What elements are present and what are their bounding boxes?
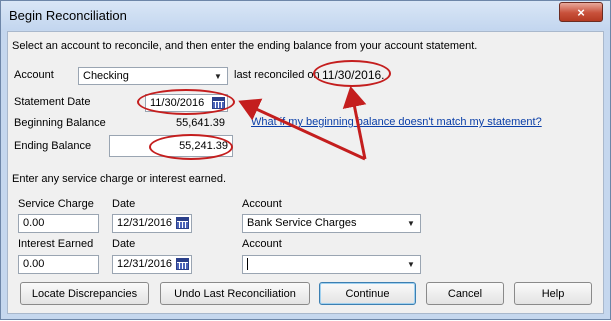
service-charge-label: Service Charge bbox=[18, 198, 94, 210]
interest-earned-account-dropdown[interactable]: ▼ bbox=[242, 255, 421, 274]
ending-balance-value: 55,241.39 bbox=[179, 140, 228, 152]
dialog-body: Select an account to reconcile, and then… bbox=[7, 31, 604, 314]
help-button[interactable]: Help bbox=[514, 282, 592, 305]
interest-earned-date-field[interactable]: 12/31/2016 bbox=[112, 255, 192, 274]
service-charge-value: 0.00 bbox=[23, 217, 45, 229]
interest-earned-value: 0.00 bbox=[23, 258, 45, 270]
calendar-icon[interactable] bbox=[212, 97, 225, 109]
help-label: Help bbox=[541, 287, 565, 300]
last-reconciled-label: last reconciled on bbox=[234, 69, 320, 81]
locate-discrepancies-button[interactable]: Locate Discrepancies bbox=[20, 282, 149, 305]
interest-earned-input[interactable]: 0.00 bbox=[18, 255, 99, 274]
window-title: Begin Reconciliation bbox=[9, 8, 127, 23]
instructions-text: Select an account to reconcile, and then… bbox=[12, 40, 478, 52]
beginning-balance-value: 55,641.39 bbox=[176, 117, 225, 129]
undo-last-reconciliation-label: Undo Last Reconciliation bbox=[174, 287, 296, 300]
chevron-down-icon: ▼ bbox=[407, 260, 415, 269]
statement-date-field[interactable]: 11/30/2016 bbox=[145, 94, 228, 112]
ending-balance-input[interactable]: 55,241.39 bbox=[109, 135, 233, 157]
service-charge-date-field[interactable]: 12/31/2016 bbox=[112, 214, 192, 233]
service-charge-account-value: Bank Service Charges bbox=[247, 217, 357, 229]
cancel-label: Cancel bbox=[447, 287, 483, 300]
service-charge-date-value: 12/31/2016 bbox=[117, 217, 173, 229]
service-charge-account-dropdown[interactable]: Bank Service Charges ▼ bbox=[242, 214, 421, 233]
locate-discrepancies-label: Locate Discrepancies bbox=[31, 287, 138, 300]
beginning-balance-help-link[interactable]: What if my beginning balance doesn't mat… bbox=[251, 116, 542, 128]
text-cursor bbox=[247, 258, 248, 271]
service-charge-date-label: Date bbox=[112, 198, 136, 210]
last-reconciled-date: 11/30/2016. bbox=[322, 68, 385, 82]
service-charge-account-label: Account bbox=[242, 198, 282, 210]
close-icon: × bbox=[577, 4, 585, 20]
interest-earned-label: Interest Earned bbox=[18, 238, 94, 250]
account-dropdown[interactable]: Checking ▼ bbox=[78, 67, 228, 85]
begin-reconciliation-window: Begin Reconciliation × Select an account… bbox=[0, 0, 611, 320]
statement-date-value: 11/30/2016 bbox=[150, 97, 205, 109]
chevron-down-icon: ▼ bbox=[407, 219, 415, 228]
continue-button[interactable]: Continue bbox=[319, 282, 416, 305]
undo-last-reconciliation-button[interactable]: Undo Last Reconciliation bbox=[160, 282, 310, 305]
beginning-balance-label: Beginning Balance bbox=[14, 117, 106, 129]
calendar-icon[interactable] bbox=[176, 258, 189, 270]
account-value: Checking bbox=[83, 70, 129, 82]
interest-earned-date-label: Date bbox=[112, 238, 136, 250]
close-button[interactable]: × bbox=[559, 2, 603, 22]
account-label: Account bbox=[14, 69, 54, 81]
continue-label: Continue bbox=[345, 287, 390, 300]
service-charge-input[interactable]: 0.00 bbox=[18, 214, 99, 233]
calendar-icon[interactable] bbox=[176, 217, 189, 229]
chevron-down-icon: ▼ bbox=[214, 71, 222, 81]
interest-earned-account-label: Account bbox=[242, 238, 282, 250]
ending-balance-label: Ending Balance bbox=[14, 140, 92, 152]
cancel-button[interactable]: Cancel bbox=[426, 282, 504, 305]
statement-date-label: Statement Date bbox=[14, 96, 91, 108]
title-bar[interactable]: Begin Reconciliation × bbox=[1, 1, 610, 30]
interest-earned-date-value: 12/31/2016 bbox=[117, 258, 173, 270]
charges-prompt: Enter any service charge or interest ear… bbox=[12, 173, 227, 185]
